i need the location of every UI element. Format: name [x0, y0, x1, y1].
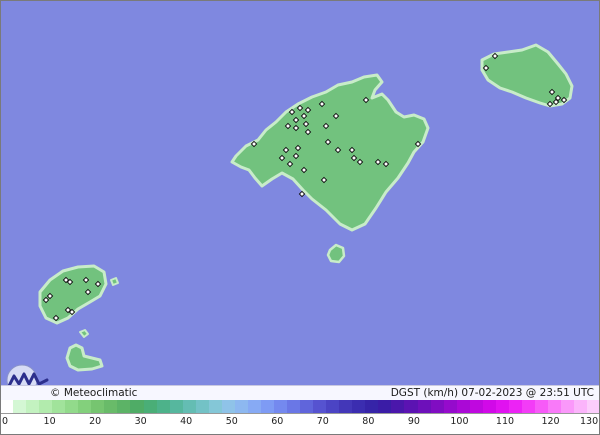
scale-swatch — [143, 400, 157, 413]
scale-swatch — [339, 400, 353, 413]
scale-swatch — [482, 400, 496, 413]
scale-swatch — [78, 400, 92, 413]
map-title: DGST (km/h) 07-02-2023 @ 23:51 UTC — [390, 387, 594, 399]
scale-swatch — [169, 400, 183, 413]
scale-swatch — [495, 400, 509, 413]
scale-swatch — [156, 400, 170, 413]
scale-tick-label: 90 — [407, 416, 420, 427]
scale-tick-label: 110 — [495, 416, 515, 427]
islet-conejera — [110, 277, 119, 286]
map-viewer: © Meteoclimatic DGST (km/h) 07-02-2023 @… — [0, 0, 600, 435]
scale-swatch — [221, 400, 235, 413]
scale-swatch — [91, 400, 105, 413]
color-scale-ticks: 0 10 20 30 40 50 60 70 80 90 100 110 120 130 — [0, 414, 600, 435]
scale-swatch — [561, 400, 575, 413]
scale-tick-label: 30 — [134, 416, 147, 427]
scale-swatch — [52, 400, 66, 413]
scale-swatch — [404, 400, 418, 413]
scale-swatch — [391, 400, 405, 413]
scale-swatch — [26, 400, 40, 413]
scale-tick-label: 40 — [180, 416, 193, 427]
scale-swatch — [130, 400, 144, 413]
scale-swatch — [39, 400, 53, 413]
scale-swatch — [443, 400, 457, 413]
scale-swatch — [260, 400, 274, 413]
scale-swatch — [0, 400, 14, 413]
scale-swatch — [587, 400, 600, 413]
credit-text: © Meteoclimatic — [50, 387, 138, 399]
scale-swatch — [273, 400, 288, 413]
scale-swatch — [182, 400, 196, 413]
scale-tick-label: 10 — [43, 416, 56, 427]
scale-tick-label: 130 — [580, 416, 599, 427]
scale-tick-label: 20 — [89, 416, 102, 427]
scale-tick-label: 100 — [450, 416, 469, 427]
scale-swatch — [195, 400, 209, 413]
scale-swatch — [456, 400, 470, 413]
scale-swatch — [508, 400, 522, 413]
scale-swatch — [365, 400, 379, 413]
color-scale-bar — [0, 400, 600, 414]
scale-tick-label: 80 — [362, 416, 375, 427]
scale-swatch — [378, 400, 392, 413]
scale-swatch — [65, 400, 79, 413]
scale-swatch — [521, 400, 535, 413]
scale-swatch — [313, 400, 327, 413]
scale-swatch — [326, 400, 340, 413]
scale-swatch — [247, 400, 261, 413]
scale-swatch — [234, 400, 248, 413]
scale-swatch — [469, 400, 483, 413]
scale-swatch — [208, 400, 222, 413]
scale-swatch — [547, 400, 562, 413]
scale-tick-label: 50 — [225, 416, 238, 427]
credit-bar: © Meteoclimatic DGST (km/h) 07-02-2023 @… — [0, 385, 600, 400]
scale-swatch — [417, 400, 431, 413]
scale-swatch — [430, 400, 444, 413]
scale-swatch — [104, 400, 118, 413]
scale-swatch — [117, 400, 131, 413]
scale-swatch — [13, 400, 27, 413]
scale-swatch — [574, 400, 588, 413]
wind-gust-map — [0, 0, 600, 385]
scale-tick-label: 70 — [316, 416, 329, 427]
scale-tick-label: 60 — [271, 416, 284, 427]
scale-swatch — [534, 400, 548, 413]
scale-tick-label: 120 — [541, 416, 560, 427]
scale-swatch — [287, 400, 301, 413]
scale-tick-label: 0 — [2, 416, 9, 427]
scale-swatch — [300, 400, 314, 413]
scale-swatch — [352, 400, 366, 413]
